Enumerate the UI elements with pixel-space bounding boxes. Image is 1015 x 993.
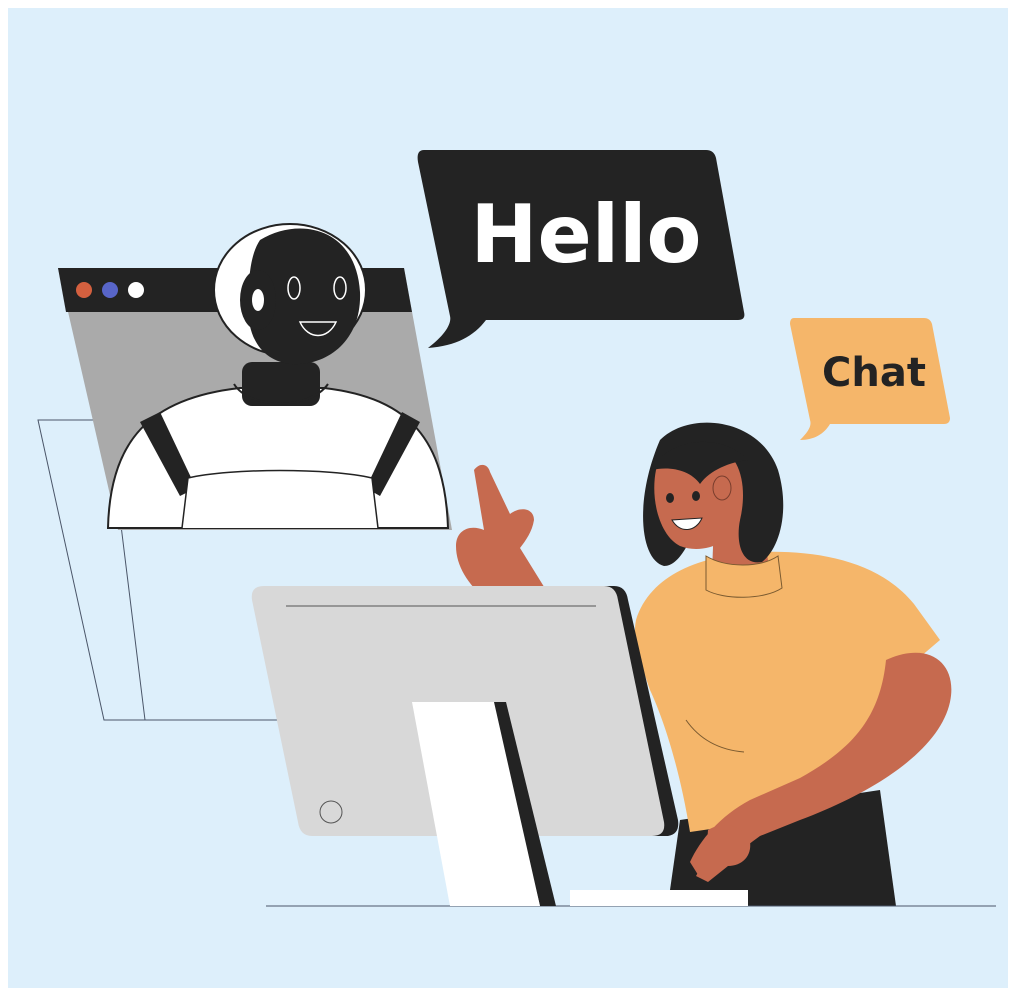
robot-ear-light: [252, 289, 264, 311]
woman-eye-right: [692, 491, 700, 501]
chat-speech-bubble: Chat: [790, 318, 950, 440]
window-dot-white: [128, 282, 144, 298]
robot-chest-panel: [181, 469, 379, 529]
hello-speech-bubble: Hello: [417, 150, 745, 348]
woman-ear: [712, 475, 732, 501]
robot-video-window: [58, 223, 452, 530]
chat-text: Chat: [822, 350, 926, 396]
woman-eye-left: [666, 493, 674, 503]
hello-text: Hello: [470, 188, 701, 281]
window-dot-red: [76, 282, 92, 298]
window-dot-blue: [102, 282, 118, 298]
keyboard: [570, 890, 748, 906]
chatbot-illustration: Hello Chat: [8, 8, 1008, 988]
